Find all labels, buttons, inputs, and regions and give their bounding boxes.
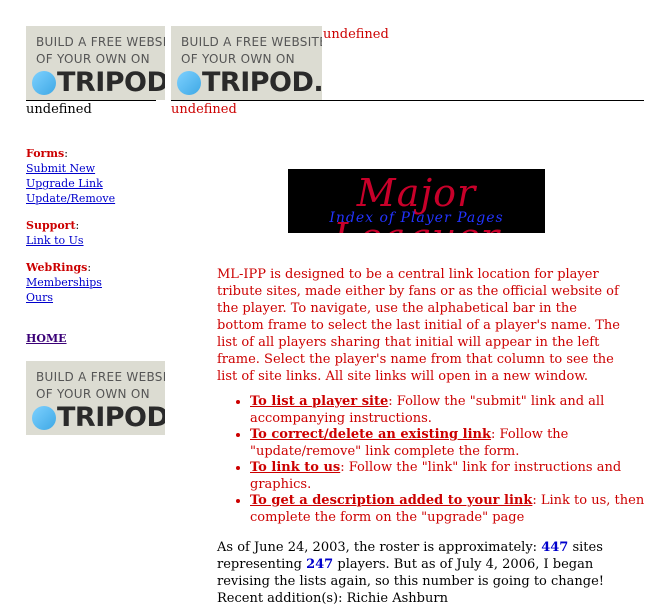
list-item: To get a description added to your link:…: [250, 493, 650, 526]
ad-line-2: OF YOUR OWN ON: [36, 52, 150, 66]
tripod-ad-top-main[interactable]: BUILD A FREE WEBSITE OF YOUR OWN ON TRIP…: [171, 26, 322, 100]
tripod-ad-bottom-left[interactable]: BUILD A FREE WEBSITE OF YOUR OWN ON TRIP…: [26, 361, 165, 435]
intro-paragraph: ML-IPP is designed to be a central link …: [217, 267, 620, 384]
roster-stats: As of June 24, 2003, the roster is appro…: [217, 539, 627, 607]
home-link[interactable]: HOME: [26, 332, 67, 345]
tripod-dot-icon: [177, 71, 201, 95]
player-count: 247: [306, 557, 334, 572]
get-description-link[interactable]: To get a description added to your link: [250, 493, 532, 508]
list-item: To link to us: Follow the "link" link fo…: [250, 460, 650, 493]
tripod-ad-top-left[interactable]: BUILD A FREE WEBSITE OF YOUR OWN ON TRIP…: [26, 26, 165, 100]
instructions-list: To list a player site: Follow the "submi…: [233, 394, 650, 526]
ours-link[interactable]: Ours: [26, 290, 102, 305]
tripod-dot-icon: [32, 406, 56, 430]
undefined-label-top: undefined: [323, 27, 389, 42]
stats-text-1: As of June 24, 2003, the roster is appro…: [217, 540, 542, 555]
tripod-logo: TRIPOD.: [32, 67, 165, 98]
left-frame: BUILD A FREE WEBSITE OF YOUR OWN ON TRIP…: [0, 0, 165, 600]
update-remove-link[interactable]: Update/Remove: [26, 191, 115, 206]
tripod-dot-icon: [32, 71, 56, 95]
tripod-brand: TRIPOD.: [202, 67, 322, 98]
ad-line-1: BUILD A FREE WEBSITE: [36, 35, 165, 49]
tripod-logo: TRIPOD.: [32, 402, 165, 433]
tripod-brand: TRIPOD.: [57, 402, 165, 433]
recent-additions: Recent addition(s): Richie Ashburn: [217, 591, 448, 606]
main-divider: [171, 100, 644, 101]
divider: [26, 100, 156, 101]
webrings-section: WebRings: Memberships Ours: [26, 260, 102, 305]
banner-subtitle: Index of Player Pages: [329, 210, 504, 226]
tripod-brand: TRIPOD.: [57, 67, 165, 98]
list-player-site-link[interactable]: To list a player site: [250, 394, 388, 409]
forms-heading: Forms:: [26, 147, 68, 160]
ad-line-1: BUILD A FREE WEBSITE: [36, 370, 165, 384]
ad-line-2: OF YOUR OWN ON: [181, 52, 295, 66]
list-item: To correct/delete an existing link: Foll…: [250, 427, 650, 460]
undefined-label-main: undefined: [171, 102, 237, 117]
support-heading: Support:: [26, 219, 80, 232]
major-leaguer-banner: Major Leaguer Index of Player Pages: [288, 169, 545, 233]
list-item: To list a player site: Follow the "submi…: [250, 394, 650, 427]
site-count: 447: [541, 540, 569, 555]
ad-line-2: OF YOUR OWN ON: [36, 387, 150, 401]
link-to-us-link[interactable]: Link to Us: [26, 233, 84, 248]
undefined-label: undefined: [26, 102, 92, 117]
correct-delete-link[interactable]: To correct/delete an existing link: [250, 427, 491, 442]
forms-section: Forms: Submit New Upgrade Link Update/Re…: [26, 146, 115, 206]
support-section: Support: Link to Us: [26, 218, 84, 248]
tripod-logo: TRIPOD.: [177, 67, 322, 98]
link-to-us-instructions-link[interactable]: To link to us: [250, 460, 340, 475]
ad-line-1: BUILD A FREE WEBSITE: [181, 35, 322, 49]
memberships-link[interactable]: Memberships: [26, 275, 102, 290]
webrings-heading: WebRings:: [26, 261, 92, 274]
submit-new-link[interactable]: Submit New: [26, 161, 115, 176]
upgrade-link-link[interactable]: Upgrade Link: [26, 176, 115, 191]
